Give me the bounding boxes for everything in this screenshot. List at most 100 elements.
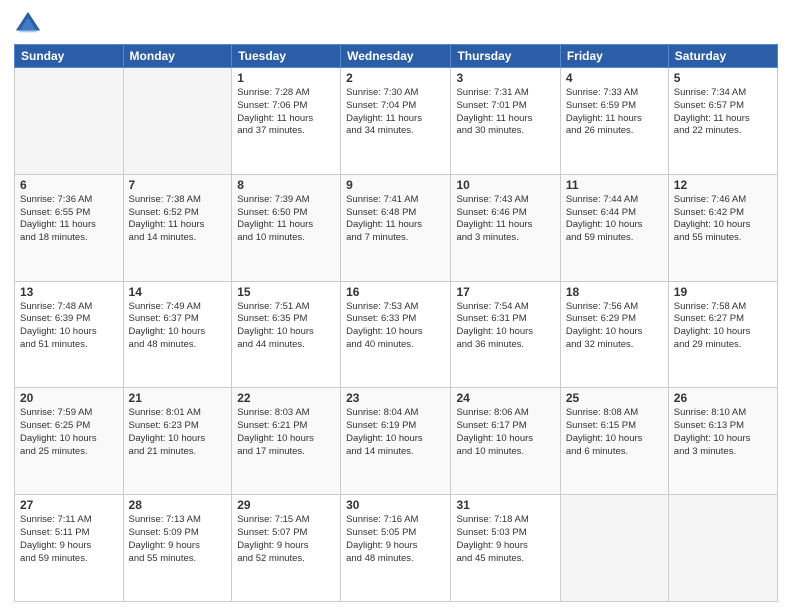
- day-number: 20: [20, 391, 118, 405]
- day-detail: Sunrise: 7:38 AM Sunset: 6:52 PM Dayligh…: [129, 194, 227, 245]
- day-detail: Sunrise: 7:18 AM Sunset: 5:03 PM Dayligh…: [456, 514, 554, 565]
- day-number: 3: [456, 71, 554, 85]
- calendar-cell: 9 Sunrise: 7:41 AM Sunset: 6:48 PM Daylig…: [341, 174, 451, 281]
- weekday-header-monday: Monday: [123, 45, 232, 68]
- weekday-header-thursday: Thursday: [451, 45, 560, 68]
- day-number: 8: [237, 178, 335, 192]
- calendar-cell: 13Sunrise: 7:48 AM Sunset: 6:39 PM Dayli…: [15, 281, 124, 388]
- calendar-cell: 21 Sunrise: 8:01 AM Sunset: 6:23 PM Dayli…: [123, 388, 232, 495]
- day-detail: Sunrise: 7:41 AM Sunset: 6:48 PM Dayligh…: [346, 194, 445, 245]
- calendar-cell: 12Sunrise: 7:46 AM Sunset: 6:42 PM Dayli…: [668, 174, 777, 281]
- day-detail: Sunrise: 8:03 AM Sunset: 6:21 PM Dayligh…: [237, 407, 335, 458]
- day-number: 12: [674, 178, 772, 192]
- day-number: 17: [456, 285, 554, 299]
- calendar-cell: 3 Sunrise: 7:31 AM Sunset: 7:01 PM Daylig…: [451, 68, 560, 175]
- day-detail: Sunrise: 7:39 AM Sunset: 6:50 PM Dayligh…: [237, 194, 335, 245]
- day-number: 1: [237, 71, 335, 85]
- logo: [14, 10, 46, 38]
- day-number: 6: [20, 178, 118, 192]
- day-number: 29: [237, 498, 335, 512]
- day-number: 30: [346, 498, 445, 512]
- calendar-cell: 30 Sunrise: 7:16 AM Sunset: 5:05 PM Dayli…: [341, 495, 451, 602]
- day-detail: Sunrise: 7:33 AM Sunset: 6:59 PM Dayligh…: [566, 87, 663, 138]
- day-number: 10: [456, 178, 554, 192]
- weekday-header-wednesday: Wednesday: [341, 45, 451, 68]
- day-number: 21: [129, 391, 227, 405]
- weekday-header-row: SundayMondayTuesdayWednesdayThursdayFrid…: [15, 45, 778, 68]
- calendar-row-0: 1 Sunrise: 7:28 AM Sunset: 7:06 PM Daylig…: [15, 68, 778, 175]
- day-number: 5: [674, 71, 772, 85]
- calendar-row-2: 13Sunrise: 7:48 AM Sunset: 6:39 PM Dayli…: [15, 281, 778, 388]
- day-detail: Sunrise: 7:43 AM Sunset: 6:46 PM Dayligh…: [456, 194, 554, 245]
- day-number: 4: [566, 71, 663, 85]
- weekday-header-tuesday: Tuesday: [232, 45, 341, 68]
- calendar-cell: 26Sunrise: 8:10 AM Sunset: 6:13 PM Dayli…: [668, 388, 777, 495]
- day-detail: Sunrise: 8:08 AM Sunset: 6:15 PM Dayligh…: [566, 407, 663, 458]
- day-number: 23: [346, 391, 445, 405]
- day-detail: Sunrise: 7:34 AM Sunset: 6:57 PM Dayligh…: [674, 87, 772, 138]
- calendar-cell: 28Sunrise: 7:13 AM Sunset: 5:09 PM Dayli…: [123, 495, 232, 602]
- day-detail: Sunrise: 7:56 AM Sunset: 6:29 PM Dayligh…: [566, 301, 663, 352]
- day-number: 11: [566, 178, 663, 192]
- day-detail: Sunrise: 7:49 AM Sunset: 6:37 PM Dayligh…: [129, 301, 227, 352]
- day-number: 18: [566, 285, 663, 299]
- day-number: 27: [20, 498, 118, 512]
- day-detail: Sunrise: 8:01 AM Sunset: 6:23 PM Dayligh…: [129, 407, 227, 458]
- weekday-header-sunday: Sunday: [15, 45, 124, 68]
- calendar-cell: [123, 68, 232, 175]
- day-detail: Sunrise: 7:58 AM Sunset: 6:27 PM Dayligh…: [674, 301, 772, 352]
- calendar-cell: 22 Sunrise: 8:03 AM Sunset: 6:21 PM Dayli…: [232, 388, 341, 495]
- day-detail: Sunrise: 7:31 AM Sunset: 7:01 PM Dayligh…: [456, 87, 554, 138]
- day-detail: Sunrise: 7:53 AM Sunset: 6:33 PM Dayligh…: [346, 301, 445, 352]
- logo-icon: [14, 10, 42, 38]
- day-detail: Sunrise: 7:30 AM Sunset: 7:04 PM Dayligh…: [346, 87, 445, 138]
- calendar-cell: 29 Sunrise: 7:15 AM Sunset: 5:07 PM Dayli…: [232, 495, 341, 602]
- day-detail: Sunrise: 7:51 AM Sunset: 6:35 PM Dayligh…: [237, 301, 335, 352]
- day-number: 2: [346, 71, 445, 85]
- day-number: 25: [566, 391, 663, 405]
- day-detail: Sunrise: 8:06 AM Sunset: 6:17 PM Dayligh…: [456, 407, 554, 458]
- day-detail: Sunrise: 7:11 AM Sunset: 5:11 PM Dayligh…: [20, 514, 118, 565]
- day-detail: Sunrise: 8:10 AM Sunset: 6:13 PM Dayligh…: [674, 407, 772, 458]
- day-number: 15: [237, 285, 335, 299]
- day-number: 19: [674, 285, 772, 299]
- calendar-cell: 6Sunrise: 7:36 AM Sunset: 6:55 PM Daylig…: [15, 174, 124, 281]
- day-detail: Sunrise: 7:15 AM Sunset: 5:07 PM Dayligh…: [237, 514, 335, 565]
- calendar-cell: 7Sunrise: 7:38 AM Sunset: 6:52 PM Daylig…: [123, 174, 232, 281]
- calendar-cell: [560, 495, 668, 602]
- day-detail: Sunrise: 7:59 AM Sunset: 6:25 PM Dayligh…: [20, 407, 118, 458]
- day-detail: Sunrise: 7:28 AM Sunset: 7:06 PM Dayligh…: [237, 87, 335, 138]
- calendar-cell: 24 Sunrise: 8:06 AM Sunset: 6:17 PM Dayli…: [451, 388, 560, 495]
- weekday-header-saturday: Saturday: [668, 45, 777, 68]
- calendar-cell: [15, 68, 124, 175]
- day-number: 9: [346, 178, 445, 192]
- calendar-cell: 8 Sunrise: 7:39 AM Sunset: 6:50 PM Daylig…: [232, 174, 341, 281]
- calendar-cell: 25 Sunrise: 8:08 AM Sunset: 6:15 PM Dayli…: [560, 388, 668, 495]
- header: [14, 10, 778, 38]
- weekday-header-friday: Friday: [560, 45, 668, 68]
- day-number: 28: [129, 498, 227, 512]
- calendar-cell: 16Sunrise: 7:53 AM Sunset: 6:33 PM Dayli…: [341, 281, 451, 388]
- day-detail: Sunrise: 7:16 AM Sunset: 5:05 PM Dayligh…: [346, 514, 445, 565]
- calendar-cell: 5 Sunrise: 7:34 AM Sunset: 6:57 PM Daylig…: [668, 68, 777, 175]
- day-detail: Sunrise: 8:04 AM Sunset: 6:19 PM Dayligh…: [346, 407, 445, 458]
- calendar-cell: 27 Sunrise: 7:11 AM Sunset: 5:11 PM Dayli…: [15, 495, 124, 602]
- day-detail: Sunrise: 7:44 AM Sunset: 6:44 PM Dayligh…: [566, 194, 663, 245]
- calendar-row-3: 20 Sunrise: 7:59 AM Sunset: 6:25 PM Dayli…: [15, 388, 778, 495]
- calendar-cell: [668, 495, 777, 602]
- page: SundayMondayTuesdayWednesdayThursdayFrid…: [0, 0, 792, 612]
- calendar-row-1: 6Sunrise: 7:36 AM Sunset: 6:55 PM Daylig…: [15, 174, 778, 281]
- day-detail: Sunrise: 7:48 AM Sunset: 6:39 PM Dayligh…: [20, 301, 118, 352]
- calendar-cell: 19 Sunrise: 7:58 AM Sunset: 6:27 PM Dayli…: [668, 281, 777, 388]
- day-detail: Sunrise: 7:54 AM Sunset: 6:31 PM Dayligh…: [456, 301, 554, 352]
- calendar-cell: 11 Sunrise: 7:44 AM Sunset: 6:44 PM Dayli…: [560, 174, 668, 281]
- calendar-cell: 4 Sunrise: 7:33 AM Sunset: 6:59 PM Daylig…: [560, 68, 668, 175]
- day-number: 22: [237, 391, 335, 405]
- calendar-cell: 18 Sunrise: 7:56 AM Sunset: 6:29 PM Dayli…: [560, 281, 668, 388]
- calendar-cell: 14Sunrise: 7:49 AM Sunset: 6:37 PM Dayli…: [123, 281, 232, 388]
- calendar-cell: 23 Sunrise: 8:04 AM Sunset: 6:19 PM Dayli…: [341, 388, 451, 495]
- calendar-table: SundayMondayTuesdayWednesdayThursdayFrid…: [14, 44, 778, 602]
- calendar-cell: 10 Sunrise: 7:43 AM Sunset: 6:46 PM Dayli…: [451, 174, 560, 281]
- day-number: 24: [456, 391, 554, 405]
- calendar-cell: 2 Sunrise: 7:30 AM Sunset: 7:04 PM Daylig…: [341, 68, 451, 175]
